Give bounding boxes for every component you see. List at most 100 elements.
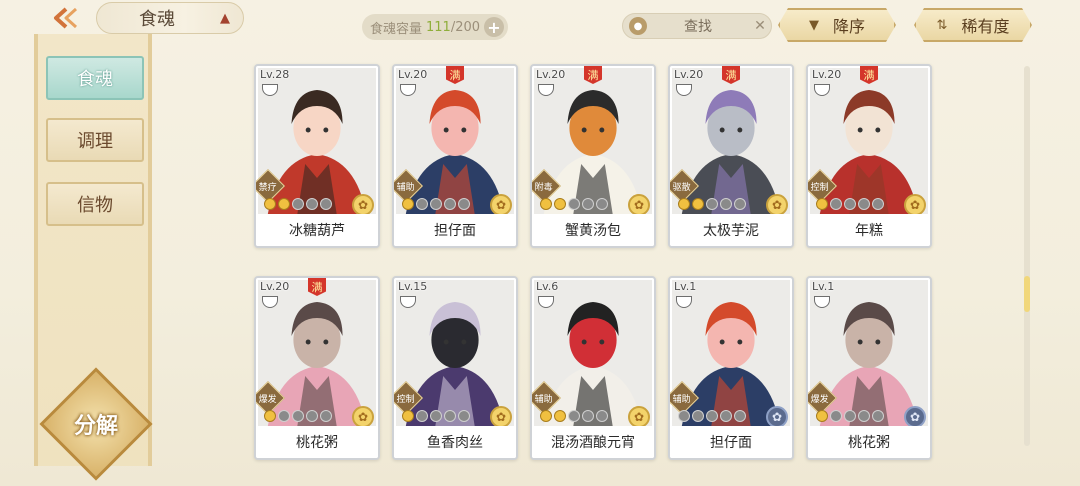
decompose-label: 分解	[73, 412, 119, 439]
star-icon	[430, 198, 442, 210]
star-icon	[734, 198, 746, 210]
star-icon	[402, 410, 414, 422]
star-icon	[844, 198, 856, 210]
star-rating	[264, 198, 332, 210]
star-icon	[320, 198, 332, 210]
star-icon	[872, 198, 884, 210]
tab-label: 信物	[77, 195, 113, 216]
character-name: 鱼香肉丝	[394, 426, 516, 458]
food-soul-card[interactable]: Lv.20 满 控制 ✿ 年糕	[806, 64, 932, 248]
role-label: 辅助	[534, 394, 554, 405]
star-icon	[416, 198, 428, 210]
tab-token[interactable]: 信物	[46, 182, 144, 226]
star-icon	[430, 410, 442, 422]
star-icon	[264, 198, 276, 210]
level-label: Lv.28	[260, 68, 290, 81]
flower-gem-icon: ✿	[628, 406, 650, 428]
star-icon	[292, 410, 304, 422]
search-input[interactable]: ● 查找 ✕	[622, 13, 772, 39]
level-label: Lv.1	[812, 280, 835, 293]
role-label: 辅助	[672, 394, 692, 405]
star-icon	[540, 410, 552, 422]
star-icon	[844, 410, 856, 422]
tab-label: 食魂	[77, 69, 113, 90]
clear-search-icon[interactable]: ✕	[749, 18, 771, 34]
food-soul-card[interactable]: Lv.20 满 驱散 ✿ 太极芋泥	[668, 64, 794, 248]
flower-gem-icon: ✿	[628, 194, 650, 216]
star-icon	[816, 410, 828, 422]
hat-icon: ▲	[220, 11, 230, 26]
star-icon	[540, 198, 552, 210]
tab-conditioning[interactable]: 调理	[46, 118, 144, 162]
star-icon	[596, 410, 608, 422]
grid-scrollbar[interactable]	[1024, 66, 1030, 446]
top-bar: 食魂 ▲ 食魂容量 111 /200 + ● 查找 ✕ ▼ 降序 ⇅ 稀有度	[0, 0, 1080, 44]
search-icon: ●	[629, 17, 647, 35]
star-icon	[306, 198, 318, 210]
star-icon	[720, 410, 732, 422]
star-icon	[320, 410, 332, 422]
character-name: 冰糖葫芦	[256, 214, 378, 246]
tab-label: 调理	[77, 131, 113, 152]
food-soul-card[interactable]: Lv.20 满 辅助 ✿ 担仔面	[392, 64, 518, 248]
flower-gem-icon: ✿	[904, 194, 926, 216]
character-name: 桃花粥	[256, 426, 378, 458]
role-label: 驱散	[672, 182, 692, 193]
star-rating	[816, 410, 884, 422]
rarity-filter-button[interactable]: ⇅ 稀有度	[914, 8, 1032, 42]
decompose-button[interactable]: 分解	[39, 367, 153, 481]
level-label: Lv.20	[812, 68, 842, 81]
star-icon	[706, 410, 718, 422]
star-icon	[582, 198, 594, 210]
role-label: 辅助	[396, 182, 416, 193]
flower-gem-icon: ✿	[766, 406, 788, 428]
food-soul-card[interactable]: Lv.20 满 爆发 ✿ 桃花粥	[254, 276, 380, 460]
flower-gem-icon: ✿	[490, 194, 512, 216]
star-rating	[816, 198, 884, 210]
food-soul-card[interactable]: Lv.20 满 附毒 ✿ 蟹黄汤包	[530, 64, 656, 248]
level-label: Lv.20	[674, 68, 704, 81]
level-label: Lv.20	[536, 68, 566, 81]
star-rating	[540, 198, 608, 210]
star-icon	[568, 198, 580, 210]
star-rating	[402, 198, 470, 210]
star-icon	[264, 410, 276, 422]
star-icon	[278, 198, 290, 210]
food-soul-card[interactable]: Lv.28 禁疗 ✿ 冰糖葫芦	[254, 64, 380, 248]
food-soul-card[interactable]: Lv.1 爆发 ✿ 桃花粥	[806, 276, 932, 460]
star-icon	[816, 198, 828, 210]
food-soul-card[interactable]: Lv.6 辅助 ✿ 混汤酒酿元宵	[530, 276, 656, 460]
level-label: Lv.1	[674, 280, 697, 293]
scrollbar-thumb[interactable]	[1024, 276, 1030, 312]
capacity-label: 食魂容量	[370, 21, 423, 37]
flower-gem-icon: ✿	[766, 194, 788, 216]
capacity-total: /200	[450, 19, 481, 35]
level-label: Lv.20	[398, 68, 428, 81]
role-label: 控制	[810, 182, 830, 193]
star-rating	[264, 410, 332, 422]
star-icon	[858, 198, 870, 210]
star-icon	[402, 198, 414, 210]
food-soul-card[interactable]: Lv.1 辅助 ✿ 担仔面	[668, 276, 794, 460]
star-icon	[596, 198, 608, 210]
star-icon	[872, 410, 884, 422]
sort-order-button[interactable]: ▼ 降序	[778, 8, 896, 42]
rarity-label: 稀有度	[961, 17, 1010, 36]
flower-gem-icon: ✿	[490, 406, 512, 428]
role-label: 禁疗	[258, 182, 278, 193]
character-name: 蟹黄汤包	[532, 214, 654, 246]
back-arrow-icon[interactable]	[48, 6, 84, 30]
star-rating	[678, 198, 746, 210]
add-capacity-button[interactable]: +	[484, 17, 504, 37]
page-title: 食魂	[139, 9, 175, 30]
character-name: 担仔面	[670, 426, 792, 458]
star-icon	[444, 410, 456, 422]
food-soul-card[interactable]: Lv.15 控制 ✿ 鱼香肉丝	[392, 276, 518, 460]
sidebar: 食魂 调理 信物 分解	[34, 34, 153, 481]
star-icon	[858, 410, 870, 422]
capacity-current: 111	[426, 19, 451, 35]
star-icon	[692, 198, 704, 210]
tab-food-soul[interactable]: 食魂	[46, 56, 144, 100]
star-icon	[292, 198, 304, 210]
character-name: 担仔面	[394, 214, 516, 246]
